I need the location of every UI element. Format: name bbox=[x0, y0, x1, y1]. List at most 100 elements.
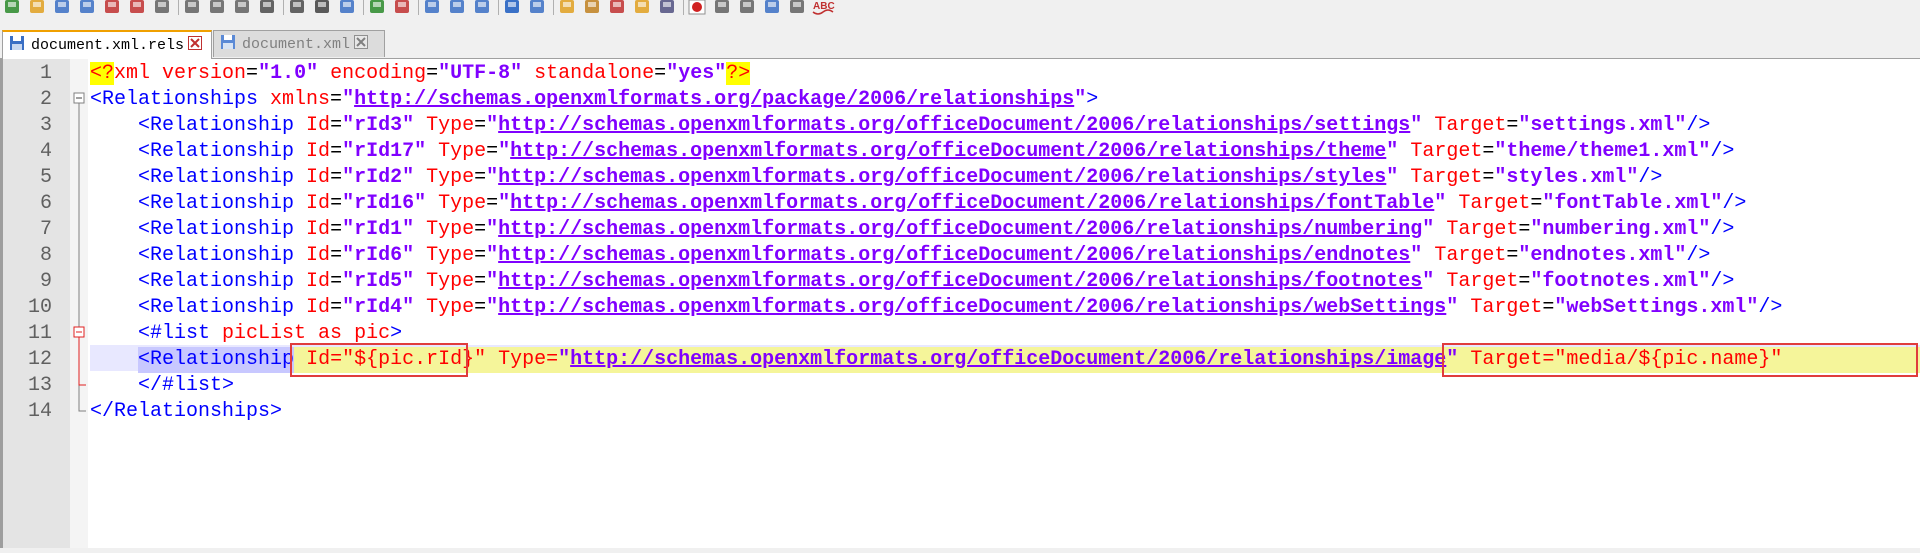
quote: " bbox=[486, 270, 499, 293]
toolbar-separator bbox=[178, 0, 179, 15]
attr-value: "endnotes.xml" bbox=[1518, 244, 1687, 267]
equals: = bbox=[474, 244, 487, 267]
record-macro-icon[interactable] bbox=[687, 0, 707, 16]
monitoring-icon[interactable] bbox=[657, 0, 677, 16]
stop-record-icon[interactable] bbox=[712, 0, 732, 16]
tag-name: <Relationships bbox=[90, 88, 259, 111]
quote: " bbox=[486, 218, 499, 241]
fold-margin bbox=[70, 59, 88, 548]
equals: = bbox=[246, 62, 259, 85]
attr-value: "rId2" bbox=[342, 166, 415, 189]
tag-close: /> bbox=[1710, 218, 1735, 241]
indent-guide-icon[interactable] bbox=[527, 0, 547, 16]
type-link: http://schemas.openxmlformats.org/office… bbox=[498, 166, 1387, 189]
user-language-icon[interactable] bbox=[557, 0, 577, 16]
redo-icon[interactable] bbox=[287, 0, 307, 16]
show-all-chars-icon[interactable] bbox=[502, 0, 522, 16]
play-macro-icon[interactable] bbox=[737, 0, 757, 16]
line-number: 4 bbox=[39, 140, 52, 163]
editor-area[interactable]: 1 2 3 4 5 6 7 8 9 10 11 12 13 14 <?xml version="1.0" e… bbox=[0, 59, 1920, 548]
line-number: 8 bbox=[39, 244, 52, 267]
doc-map-icon[interactable] bbox=[582, 0, 602, 16]
attr-name: Type bbox=[414, 244, 475, 267]
close-all-icon[interactable] bbox=[127, 0, 147, 16]
equals: = bbox=[330, 218, 343, 241]
quote: " bbox=[1434, 192, 1447, 215]
paste-icon[interactable] bbox=[232, 0, 252, 16]
xml-decl-open: <? bbox=[90, 62, 115, 85]
undo-icon[interactable] bbox=[257, 0, 277, 16]
attr-name: Id bbox=[294, 218, 331, 241]
attr-value: "1.0" bbox=[258, 62, 319, 85]
print-icon[interactable] bbox=[152, 0, 172, 16]
close-icon[interactable] bbox=[102, 0, 122, 16]
save-macro-icon[interactable] bbox=[787, 0, 807, 16]
toolbar-separator bbox=[683, 0, 684, 15]
tag-name: <Relationship bbox=[138, 244, 295, 267]
equals: = bbox=[1482, 140, 1495, 163]
equals: = bbox=[1506, 114, 1519, 137]
attr-value: "rId1" bbox=[342, 218, 415, 241]
quote: " bbox=[486, 166, 499, 189]
sync-horizontal-icon[interactable] bbox=[447, 0, 467, 16]
tag-close: /> bbox=[1686, 244, 1711, 267]
attr-value: "rId17" bbox=[342, 140, 427, 163]
save-icon[interactable] bbox=[52, 0, 72, 16]
equals: = bbox=[1518, 218, 1531, 241]
cut-icon[interactable] bbox=[182, 0, 202, 16]
equals: = bbox=[654, 62, 667, 85]
folder-workspace-icon[interactable] bbox=[632, 0, 652, 16]
toolbar: ABC bbox=[0, 0, 1920, 18]
quote: " bbox=[1422, 218, 1435, 241]
attr-name: Target bbox=[1446, 192, 1531, 215]
attr-value: "rId4" bbox=[342, 296, 415, 319]
attr-value: "numbering.xml" bbox=[1530, 218, 1711, 241]
attr-name: Id bbox=[294, 270, 331, 293]
equals: = bbox=[474, 166, 487, 189]
replace-icon[interactable] bbox=[337, 0, 357, 16]
attr-name: Target bbox=[1422, 114, 1507, 137]
type-link: http://schemas.openxmlformats.org/office… bbox=[498, 114, 1411, 137]
attr-name: Target bbox=[1422, 244, 1507, 267]
attr-value: "rId6" bbox=[342, 244, 415, 267]
equals: = bbox=[474, 218, 487, 241]
close-tab-icon[interactable] bbox=[354, 34, 369, 54]
save-all-icon[interactable] bbox=[77, 0, 97, 16]
attr-name: Type bbox=[414, 270, 475, 293]
close-tab-icon[interactable] bbox=[188, 36, 203, 55]
spell-check-icon[interactable]: ABC bbox=[812, 0, 838, 16]
attr-name: Id bbox=[294, 296, 331, 319]
word-wrap-icon[interactable] bbox=[472, 0, 492, 16]
xml-decl-close: ?> bbox=[726, 62, 751, 85]
new-file-icon[interactable] bbox=[2, 0, 22, 16]
sync-vertical-icon[interactable] bbox=[422, 0, 442, 16]
quote: " bbox=[486, 244, 499, 267]
tag-name: <Relationship bbox=[138, 192, 295, 215]
namespace-link: http://schemas.openxmlformats.org/packag… bbox=[354, 88, 1075, 111]
line-number: 1 bbox=[39, 62, 52, 85]
equals: = bbox=[330, 270, 343, 293]
tab-document-xml[interactable]: document.xml bbox=[213, 30, 385, 57]
open-file-icon[interactable] bbox=[27, 0, 47, 16]
find-icon[interactable] bbox=[312, 0, 332, 16]
quote: " bbox=[498, 192, 511, 215]
code-line-1: <?xml version="1.0" encoding="UTF-8" sta… bbox=[90, 61, 751, 87]
quote: " bbox=[1422, 270, 1435, 293]
function-list-icon[interactable] bbox=[607, 0, 627, 16]
zoom-out-icon[interactable] bbox=[392, 0, 412, 16]
tab-document-xml-rels[interactable]: document.xml.rels bbox=[2, 30, 212, 59]
run-macro-multiple-icon[interactable] bbox=[762, 0, 782, 16]
code-line-8: <Relationship Id="rId6" Type="http://sch… bbox=[90, 243, 1710, 269]
annotation-box-id bbox=[290, 343, 468, 377]
code-line-10: <Relationship Id="rId4" Type="http://sch… bbox=[90, 295, 1782, 321]
equals: = bbox=[330, 166, 343, 189]
zoom-in-icon[interactable] bbox=[367, 0, 387, 16]
equals: = bbox=[330, 244, 343, 267]
copy-icon[interactable] bbox=[207, 0, 227, 16]
code-line-14: </Relationships> bbox=[90, 399, 282, 425]
attr-name: Type bbox=[414, 296, 475, 319]
equals: = bbox=[1482, 166, 1495, 189]
